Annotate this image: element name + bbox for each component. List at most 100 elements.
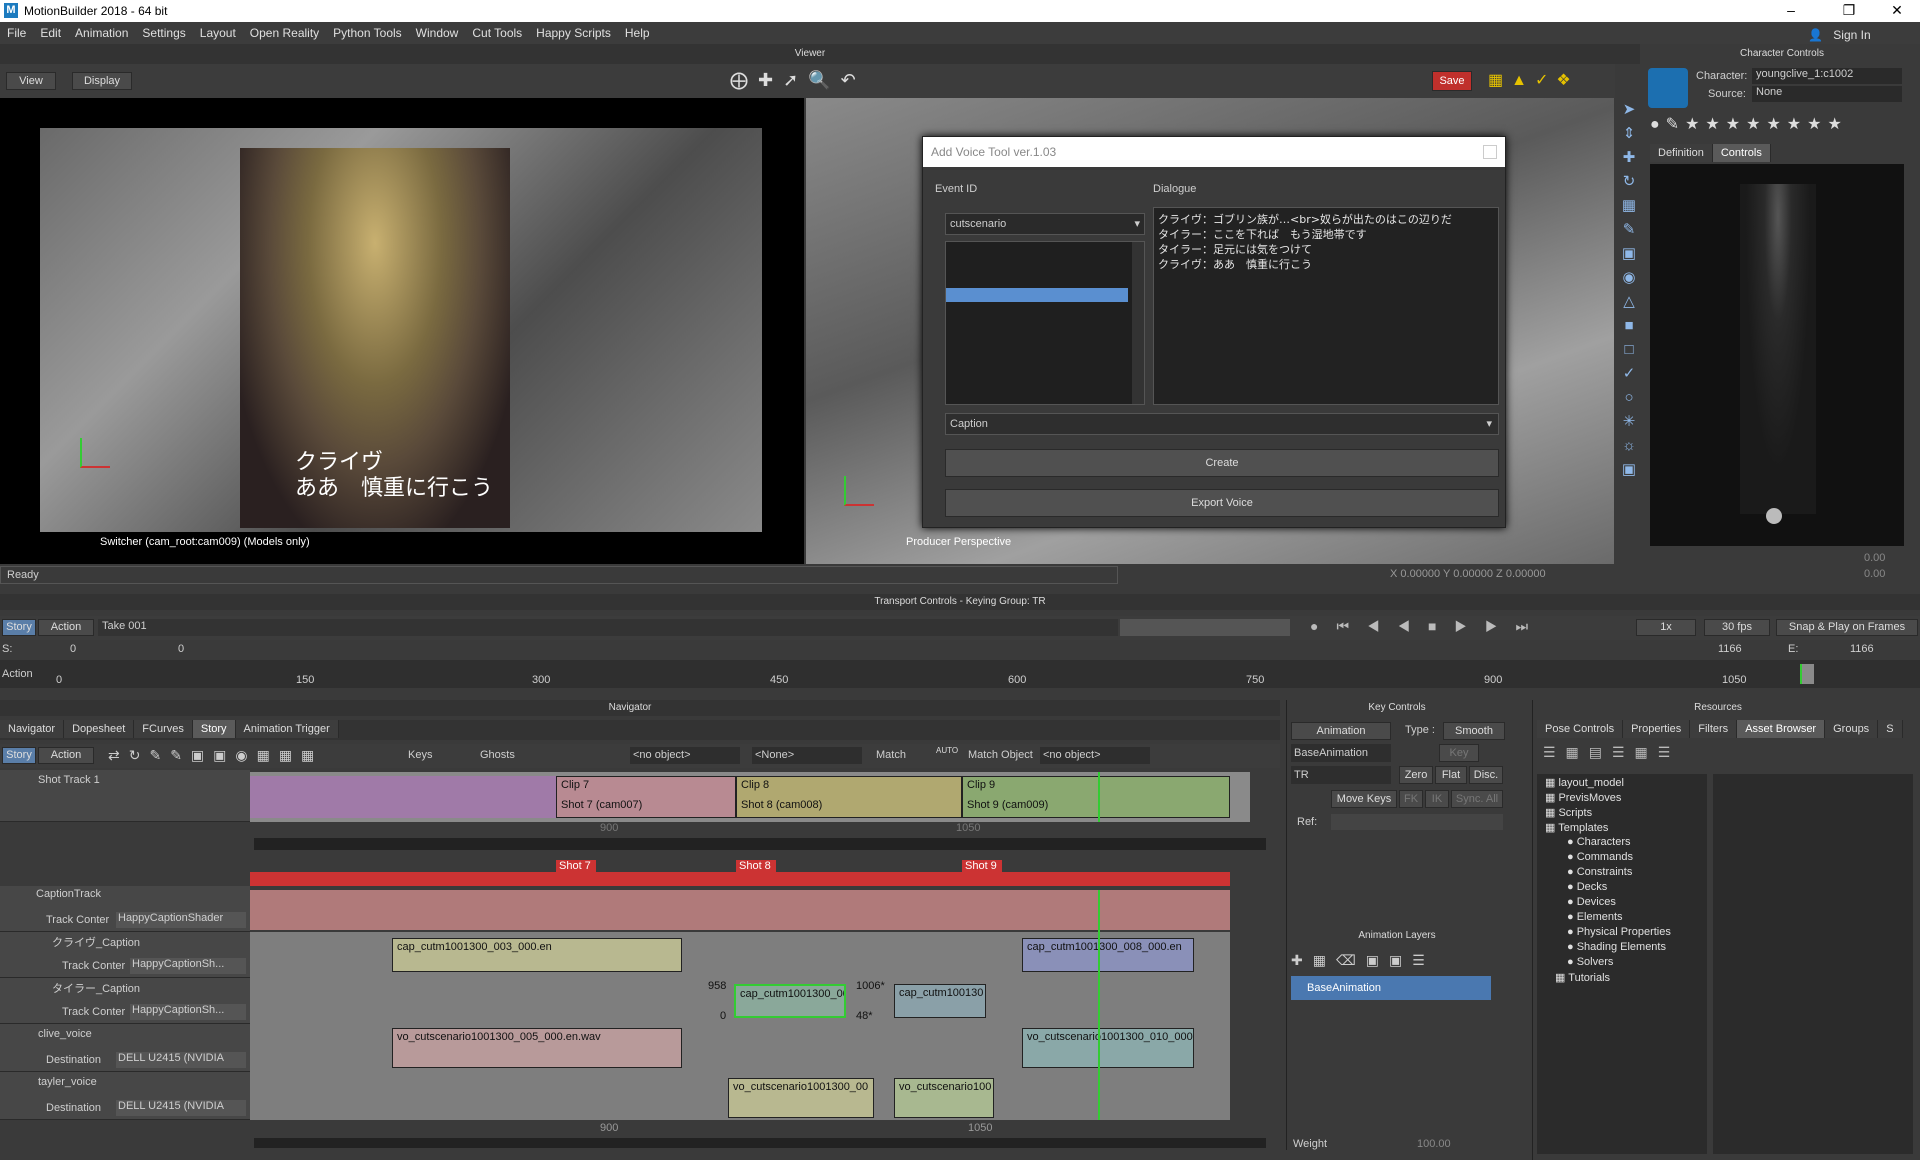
playback-controls[interactable]: ●⏮◀◀■▶▶⏭ (1310, 618, 1546, 635)
asset-content-area[interactable] (1713, 774, 1913, 1154)
menu-file[interactable]: File (0, 22, 33, 44)
tree-item[interactable]: ● Physical Properties (1567, 926, 1671, 938)
shot-clip-pre[interactable] (250, 776, 556, 818)
menu-edit[interactable]: Edit (33, 22, 68, 44)
type-select[interactable]: Smooth (1443, 722, 1505, 740)
flat-button[interactable]: Flat (1435, 766, 1467, 784)
view-button[interactable]: View (6, 72, 56, 90)
fps-select[interactable]: 30 fps (1704, 619, 1770, 636)
tab-s[interactable]: S (1878, 720, 1903, 738)
export-voice-button[interactable]: Export Voice (945, 489, 1499, 517)
menu-settings[interactable]: Settings (135, 22, 192, 44)
track-header-clive-voice[interactable]: clive_voice Destination DELL U2415 (NVID… (0, 1024, 250, 1072)
story-tool-icons[interactable]: ⇄↻✎✎▣▣◉▦▦▦ (108, 747, 323, 764)
zero-button[interactable]: Zero (1399, 766, 1433, 784)
create-button[interactable]: Create (945, 449, 1499, 477)
disc-button[interactable]: Disc. (1469, 766, 1503, 784)
layer-select[interactable]: BaseAnimation (1291, 744, 1391, 762)
key-button[interactable]: Key (1439, 744, 1479, 762)
restore-icon[interactable]: ❐ (1826, 0, 1872, 22)
track-sub-value[interactable]: DELL U2415 (NVIDIA (116, 1100, 246, 1116)
tab-definition[interactable]: Definition (1650, 144, 1713, 162)
tab-animation-trigger[interactable]: Animation Trigger (235, 720, 339, 738)
tyler-caption-lane[interactable]: 958 0 cap_cutm1001300_00 1006* 48* cap_c… (250, 978, 1230, 1024)
menu-animation[interactable]: Animation (68, 22, 135, 44)
clive-voice-lane[interactable]: vo_cutscenario1001300_005_000.en.wav vo_… (250, 1024, 1230, 1072)
dialog-close-icon[interactable] (1483, 145, 1497, 159)
tree-item[interactable]: ▦ PrevisMoves (1545, 791, 1621, 804)
event-id-list[interactable] (945, 241, 1145, 405)
character-root-handle[interactable] (1766, 508, 1782, 524)
event-list-selected-row[interactable] (946, 288, 1128, 302)
menu-help[interactable]: Help (618, 22, 657, 44)
none-select[interactable]: <None> (752, 747, 862, 764)
speed-select[interactable]: 1x (1636, 619, 1696, 636)
ik-button[interactable]: IK (1425, 790, 1449, 808)
voice-clip[interactable]: vo_cutscenario1001300_00 (728, 1078, 874, 1118)
minimize-icon[interactable]: – (1768, 0, 1814, 22)
asset-tree[interactable]: ▦ layout_model ▦ PrevisMoves ▦ Scripts ▦… (1537, 774, 1707, 1154)
tab-groups[interactable]: Groups (1825, 720, 1879, 738)
end-value[interactable]: 1166 (1850, 643, 1874, 655)
voice-clip[interactable]: vo_cutscenario1001300_005_000.en.wav (392, 1028, 682, 1068)
track-sub-value[interactable]: DELL U2415 (NVIDIA (116, 1052, 246, 1068)
tree-item[interactable]: ● Devices (1567, 896, 1616, 908)
track-header-tyler-voice[interactable]: tayler_voice Destination DELL U2415 (NVI… (0, 1072, 250, 1120)
left-viewport[interactable]: クライヴ ああ 慎重に行こう Switcher (cam_root:cam009… (0, 98, 804, 564)
tyler-voice-lane[interactable]: vo_cutscenario1001300_00 vo_cutscenario1… (250, 1072, 1230, 1120)
fk-button[interactable]: FK (1399, 790, 1423, 808)
menu-open-reality[interactable]: Open Reality (243, 22, 326, 44)
tree-item[interactable]: ● Shading Elements (1567, 941, 1666, 953)
track-header-tyler-caption[interactable]: タイラー_Caption Track Conter HappyCaptionSh… (0, 978, 250, 1024)
shot-track-lane[interactable]: Clip 7 Shot 7 (cam007) Clip 8 Shot 8 (cam0… (250, 772, 1250, 822)
tree-item[interactable]: ● Constraints (1567, 866, 1632, 878)
weight-value[interactable]: 100.00 (1417, 1138, 1451, 1150)
sync-all-button[interactable]: Sync. All (1451, 790, 1503, 808)
tab-filters[interactable]: Filters (1690, 720, 1738, 738)
menu-python-tools[interactable]: Python Tools (326, 22, 409, 44)
character-pose-icons[interactable]: ●✎★★★★★★★★ (1650, 114, 1848, 134)
tree-item[interactable]: ● Characters (1567, 836, 1631, 848)
tree-item[interactable]: ● Commands (1567, 851, 1633, 863)
track-header-caption[interactable]: CaptionTrack Track Conter HappyCaptionSh… (0, 886, 250, 932)
shot-marker-8[interactable]: Shot 8 (736, 860, 776, 874)
event-id-select[interactable]: cutscenario ▾ (945, 213, 1145, 235)
source-select[interactable]: None (1752, 86, 1902, 102)
close-icon[interactable]: ✕ (1874, 0, 1920, 22)
tree-item[interactable]: ▦ Templates (1545, 821, 1608, 834)
menu-cut-tools[interactable]: Cut Tools (465, 22, 529, 44)
ref-field[interactable] (1331, 814, 1503, 830)
caption-clip[interactable]: cap_cutm100130 (894, 984, 986, 1018)
voice-clip[interactable]: vo_cutscenario100 (894, 1078, 994, 1118)
caption-clip-selected[interactable]: cap_cutm1001300_00 (734, 984, 846, 1018)
sign-in-button[interactable]: 👤 Sign In (1808, 24, 1908, 42)
track-sub-value[interactable]: HappyCaptionSh... (130, 1004, 246, 1020)
shot-marker-9[interactable]: Shot 9 (962, 860, 1002, 874)
anim-layer-tools[interactable]: ✚▦⌫▣▣☰ (1291, 952, 1435, 969)
action-mode-button-2[interactable]: Action (38, 747, 94, 764)
time-cursor[interactable] (1800, 664, 1814, 684)
cursor-value[interactable]: 0 (178, 643, 184, 655)
dialogue-textarea[interactable]: クライヴ：ゴブリン族が…<br>奴らが出たのはこの辺りだ タイラー：ここを下れば… (1153, 207, 1499, 405)
end-value-left[interactable]: 1166 (1718, 643, 1742, 655)
shot-track-header[interactable]: Shot Track 1 (0, 770, 250, 822)
tree-item[interactable]: ▦ Scripts (1545, 806, 1592, 819)
track-header-clive-caption[interactable]: クライヴ_Caption Track Conter HappyCaptionSh… (0, 932, 250, 978)
character-figure-area[interactable] (1650, 164, 1904, 546)
character-select[interactable]: youngclive_1:c1002 (1752, 68, 1902, 84)
asset-view-icons[interactable]: ☰▦▤☰▦☰ (1543, 744, 1680, 761)
snap-select[interactable]: Snap & Play on Frames (1776, 619, 1918, 636)
caption-clip[interactable]: cap_cutm1001300_008_000.en (1022, 938, 1194, 972)
auto-label[interactable]: AUTO (936, 746, 958, 755)
match-object-select[interactable]: <no object> (1040, 747, 1150, 764)
tr-select[interactable]: TR (1291, 766, 1391, 784)
tab-fcurves[interactable]: FCurves (134, 720, 193, 738)
caption-track-lane[interactable] (250, 890, 1230, 930)
shot-clip-8[interactable]: Clip 8 Shot 8 (cam008) (736, 776, 962, 818)
move-keys-button[interactable]: Move Keys (1331, 790, 1397, 808)
base-animation-layer[interactable]: BaseAnimation (1291, 976, 1491, 1000)
event-list-scrollbar[interactable] (1132, 242, 1144, 404)
tree-item[interactable]: ▦ layout_model (1545, 776, 1624, 789)
viewer-tools-icons[interactable]: ▦▲✓❖ (1488, 70, 1579, 90)
tree-item[interactable]: ▦ Tutorials (1555, 971, 1610, 984)
